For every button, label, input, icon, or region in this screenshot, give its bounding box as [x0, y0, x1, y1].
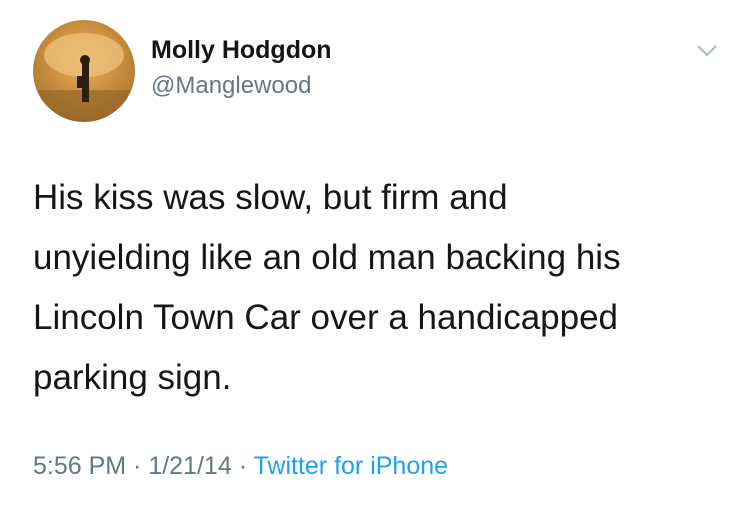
- meta-separator: ·: [126, 452, 149, 480]
- tweet-text: His kiss was slow, but firm and unyieldi…: [33, 168, 723, 408]
- tweet-time[interactable]: 5:56 PM: [33, 452, 126, 480]
- avatar[interactable]: [33, 20, 135, 122]
- tweet-card: Molly Hodgdon @Manglewood His kiss was s…: [0, 0, 750, 516]
- tweet-metadata: 5:56 PM · 1/21/14 · Twitter for iPhone: [33, 452, 448, 481]
- tweet-text-line: Lincoln Town Car over a handicapped: [33, 298, 619, 337]
- avatar-photo: [33, 33, 135, 122]
- display-name[interactable]: Molly Hodgdon: [151, 36, 332, 65]
- tweet-source-link[interactable]: Twitter for iPhone: [254, 452, 449, 480]
- tweet-text-line: His kiss was slow, but firm and: [33, 178, 508, 217]
- chevron-down-icon[interactable]: [694, 38, 720, 64]
- tweet-text-line: parking sign.: [33, 358, 232, 397]
- meta-separator: ·: [231, 452, 254, 480]
- tweet-date[interactable]: 1/21/14: [148, 452, 231, 480]
- user-handle[interactable]: @Manglewood: [151, 72, 311, 100]
- tweet-text-line: unyielding like an old man backing his: [33, 238, 621, 277]
